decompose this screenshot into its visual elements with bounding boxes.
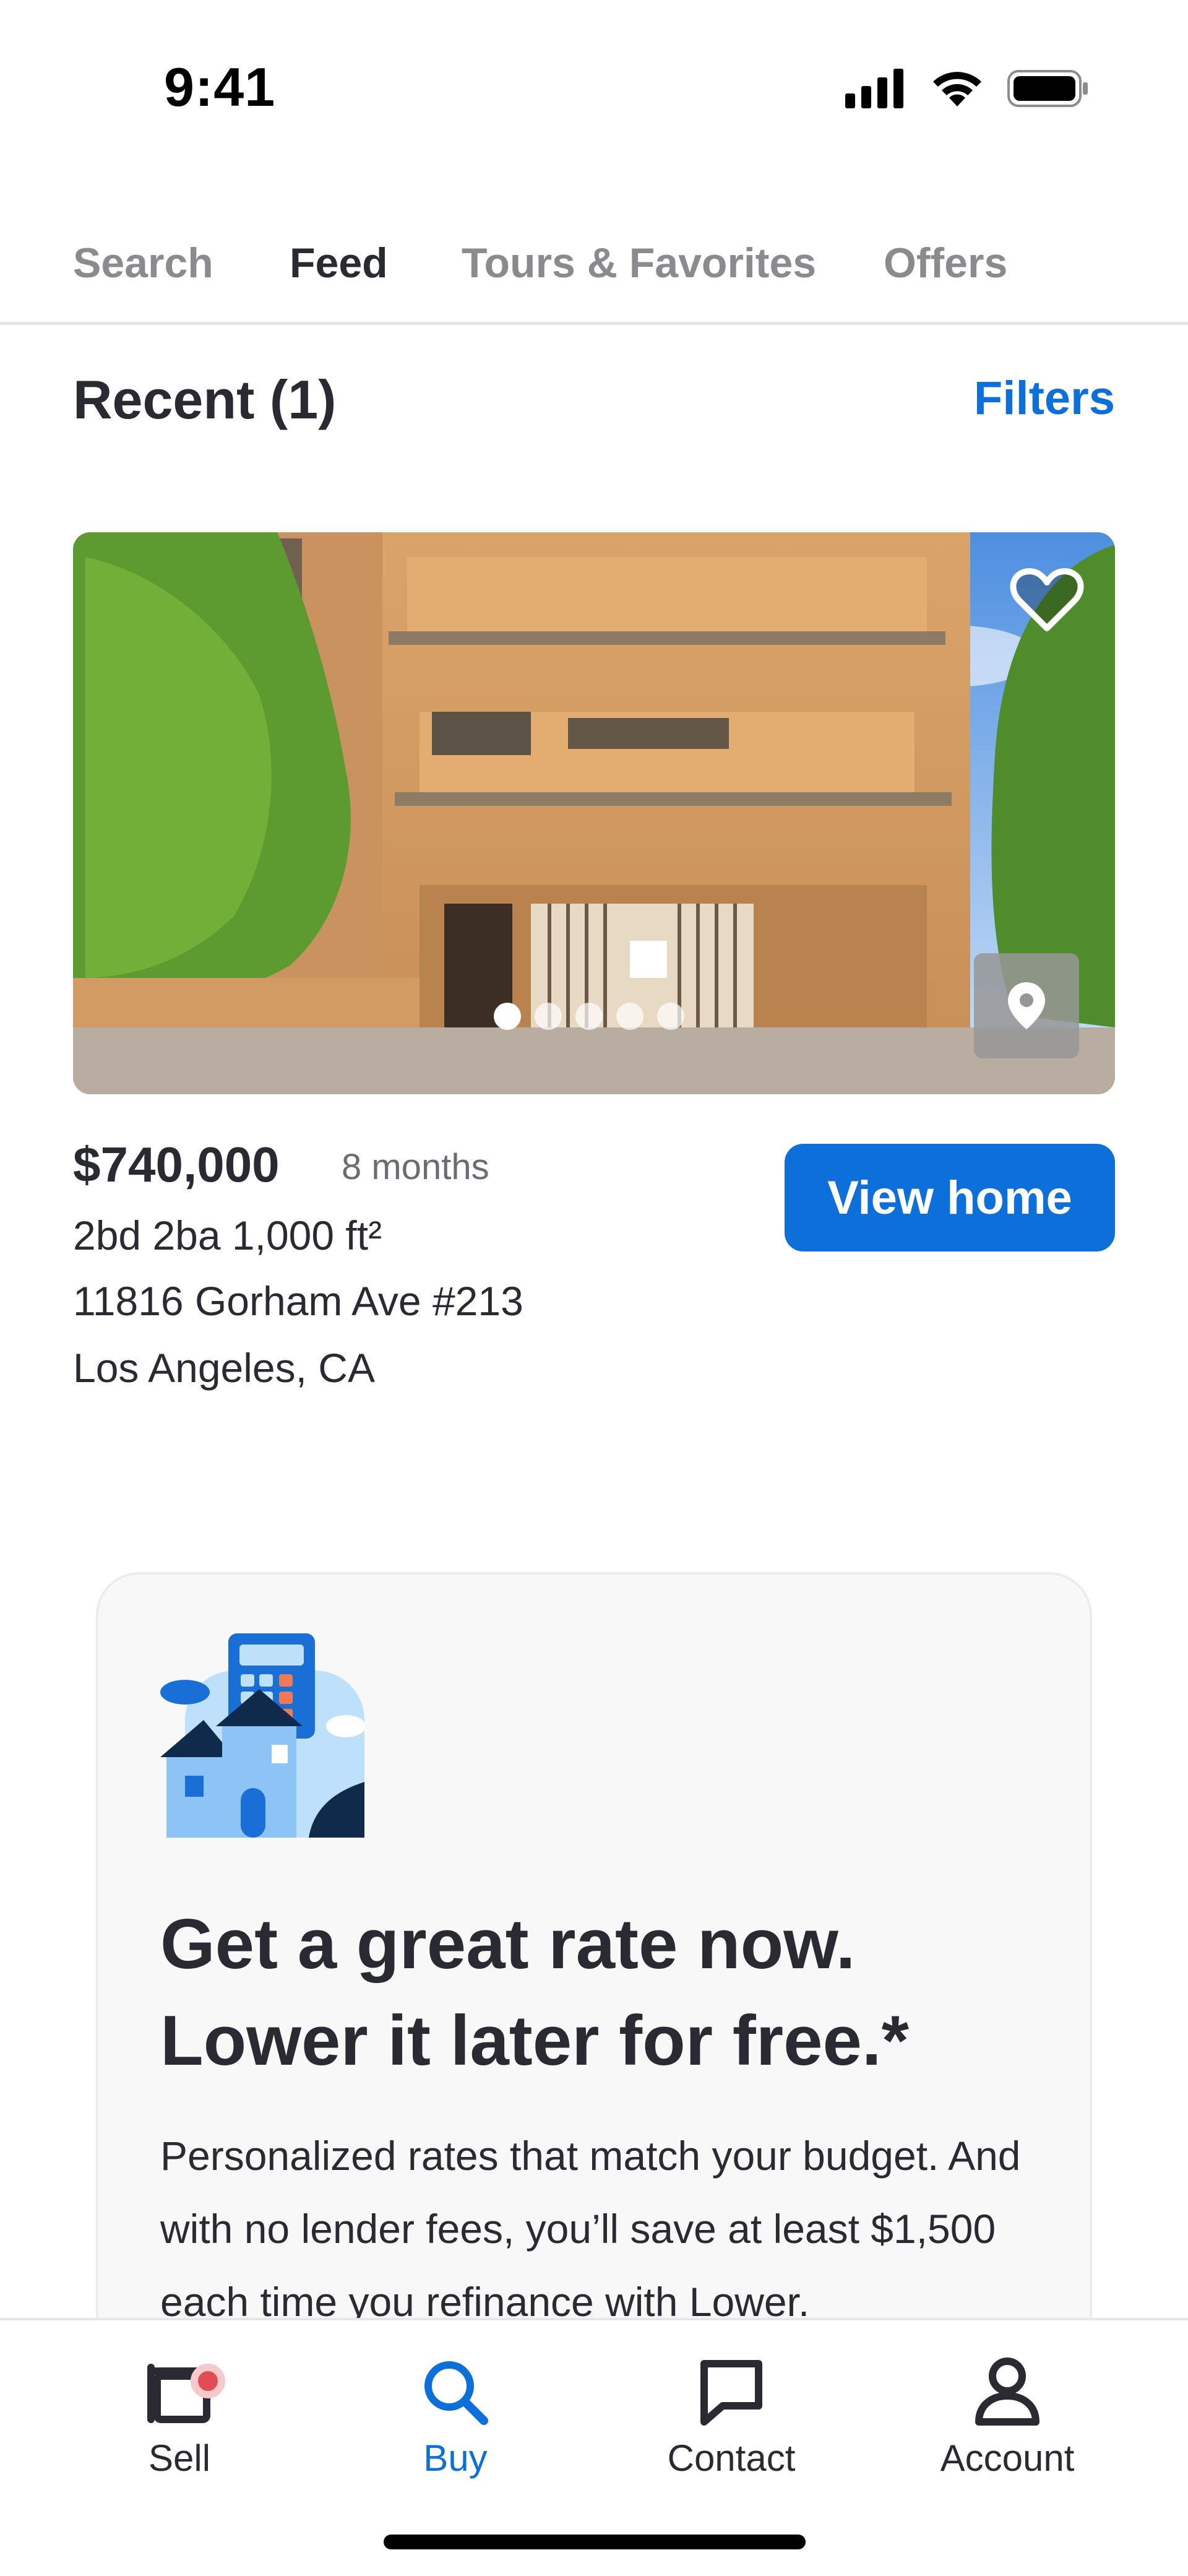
nav-label-contact: Contact — [667, 2437, 796, 2479]
pagination-dot[interactable] — [535, 1003, 562, 1030]
nav-label-account: Account — [940, 2437, 1075, 2479]
photo-pagination-dots — [494, 1003, 684, 1030]
status-bar: 9:41 — [0, 0, 1188, 167]
tab-offers[interactable]: Offers — [884, 239, 1007, 287]
promo-headline: Get a great rate now. Lower it later for… — [160, 1905, 909, 2080]
listing-age: 8 months — [342, 1147, 489, 1187]
house-calculator-illustration — [160, 1633, 364, 1838]
status-time: 9:41 — [164, 56, 276, 118]
wifi-icon — [933, 72, 981, 106]
filters-button[interactable]: Filters — [974, 371, 1115, 425]
person-icon — [975, 2358, 1040, 2426]
pagination-dot[interactable] — [657, 1003, 684, 1030]
pagination-dot[interactable] — [494, 1003, 521, 1030]
nav-item-contact[interactable]: Contact — [639, 2358, 824, 2479]
map-pin-button[interactable] — [974, 953, 1079, 1058]
listing-facts: 2bd 2ba 1,000 ft² — [73, 1212, 382, 1258]
listing-photo[interactable] — [73, 532, 1115, 1094]
home-indicator[interactable] — [384, 2535, 806, 2549]
top-tabs: Search Feed Tours & Favorites Offers — [0, 223, 1188, 325]
chat-bubble-icon — [700, 2360, 762, 2426]
listing-address-line1: 11816 Gorham Ave #213 — [73, 1278, 523, 1324]
tab-feed[interactable]: Feed — [290, 239, 388, 287]
map-pin-icon — [1008, 982, 1045, 1029]
promo-body: Personalized rates that match your budge… — [160, 2133, 1021, 2325]
tab-search[interactable]: Search — [73, 239, 213, 287]
status-icons — [845, 68, 1089, 109]
pagination-dot[interactable] — [616, 1003, 644, 1030]
tab-tours-favorites[interactable]: Tours & Favorites — [462, 239, 816, 287]
view-home-button[interactable]: View home — [785, 1144, 1115, 1251]
nav-label-sell: Sell — [148, 2437, 211, 2479]
recent-title: Recent (1) — [73, 369, 337, 430]
nav-item-sell[interactable]: Sell — [87, 2358, 272, 2479]
nav-item-buy[interactable]: Buy — [363, 2358, 548, 2479]
favorite-heart-icon[interactable] — [1010, 566, 1084, 634]
search-icon — [424, 2361, 488, 2425]
listing-address-line2: Los Angeles, CA — [73, 1345, 375, 1391]
pagination-dot[interactable] — [575, 1003, 603, 1030]
nav-item-account[interactable]: Account — [915, 2358, 1100, 2479]
cellular-signal-icon — [845, 69, 903, 108]
notification-badge — [191, 2364, 225, 2398]
battery-icon — [1007, 70, 1088, 107]
listing-price: $740,000 — [73, 1137, 280, 1192]
nav-label-buy: Buy — [423, 2437, 488, 2479]
